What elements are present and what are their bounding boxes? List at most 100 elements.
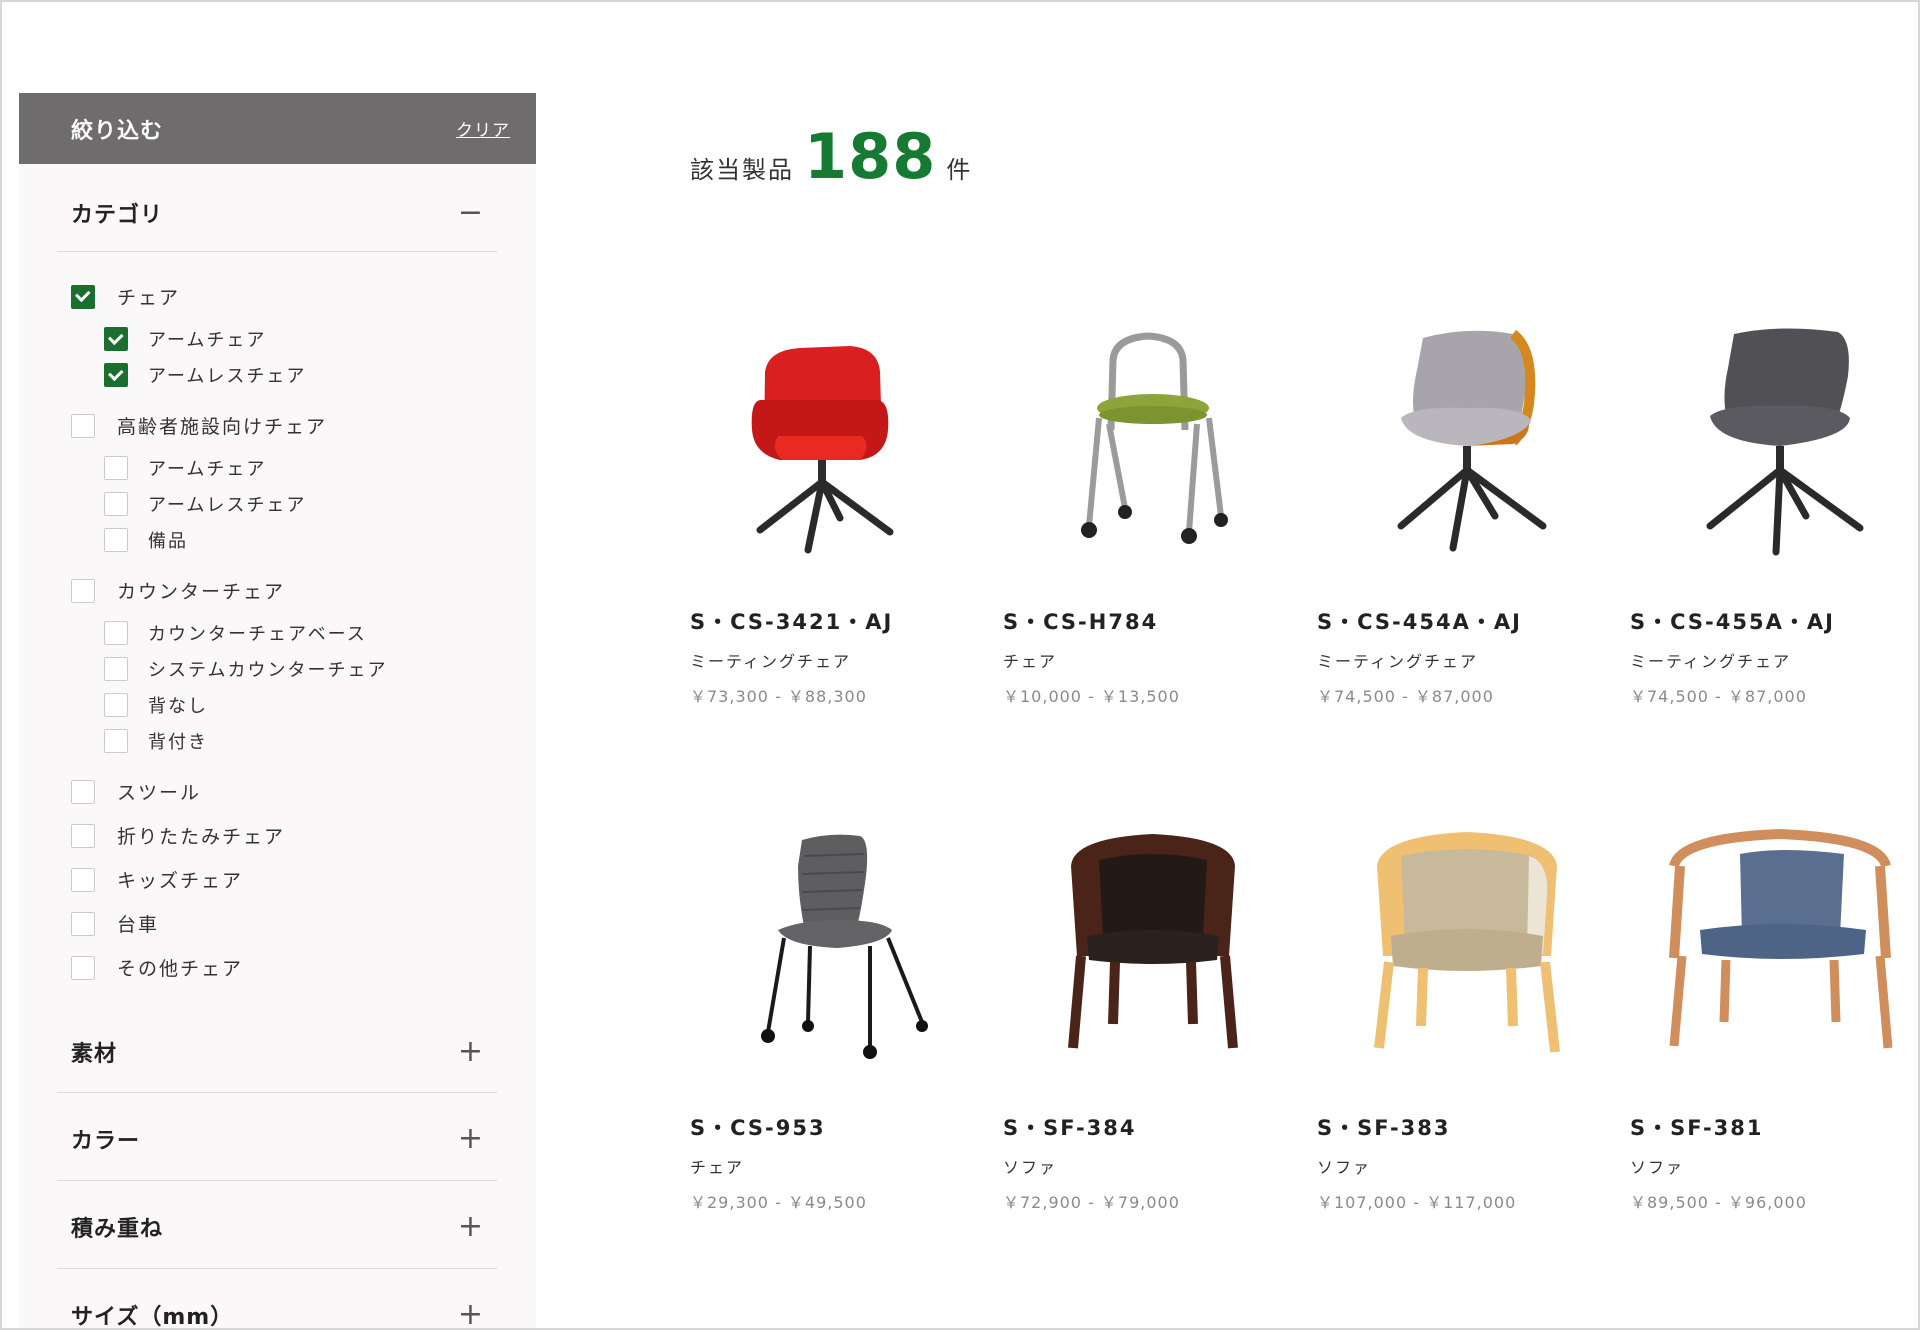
charcoal-swivel-chair-icon[interactable] [1630,320,1920,560]
divider [57,1092,497,1093]
blue-wood-armchair-icon[interactable] [1630,826,1920,1066]
stacking-section-header[interactable]: 積み重ね + [57,1207,497,1247]
red-swivel-armchair-icon[interactable] [690,320,990,560]
checkbox-box[interactable] [104,528,128,552]
checkbox-label: アームレスチェア [148,495,307,516]
grey-orange-swivel-chair-icon[interactable] [1317,320,1617,560]
checkbox-chair[interactable]: チェア [71,283,180,310]
checkbox-counter-back[interactable]: 背付き [104,728,208,754]
checkbox-counter[interactable]: カウンターチェア [71,577,285,604]
checkbox-label: キッズチェア [117,870,244,892]
divider [57,1268,497,1269]
product-price: ￥10,000 - ￥13,500 [1003,687,1180,706]
checkbox-stool[interactable]: スツール [71,778,201,805]
product-name[interactable]: S・SF-381 [1630,1112,1764,1142]
color-section-label: カラー [71,1129,141,1154]
product-price: ￥74,500 - ￥87,000 [1317,687,1494,706]
filter-header: 絞り込む クリア [19,93,536,164]
checkbox-elderly-armless[interactable]: アームレスチェア [104,491,306,517]
checkbox-label: チェア [117,287,181,309]
product-category: ミーティングチェア [1630,652,1792,671]
filter-title: 絞り込む [71,118,164,144]
checkbox-counter-noback[interactable]: 背なし [104,692,208,718]
checkbox-chair-armless[interactable]: アームレスチェア [104,362,306,388]
product-price: ￥73,300 - ￥88,300 [690,687,867,706]
checkbox-label: 背なし [148,696,208,717]
grey-quilted-caster-chair-icon[interactable] [690,826,990,1066]
checkbox-label: アームチェア [148,459,267,480]
checkbox-counter-base[interactable]: カウンターチェアベース [104,620,367,646]
result-count-number: 188 [804,120,937,193]
product-name[interactable]: S・SF-383 [1317,1112,1451,1142]
checkbox-cart[interactable]: 台車 [71,910,159,937]
checkbox-box[interactable] [71,578,95,603]
product-category: ミーティングチェア [1317,652,1479,671]
checkbox-box[interactable] [104,456,128,480]
collapse-icon[interactable]: − [458,198,483,228]
expand-icon[interactable]: + [458,1300,483,1330]
checkbox-box[interactable] [71,867,95,892]
checkbox-box[interactable] [71,413,95,438]
checkbox-box[interactable] [104,492,128,516]
product-name[interactable]: S・CS-H784 [1003,606,1158,636]
checkbox-box[interactable] [71,955,95,980]
product-name[interactable]: S・CS-455A・AJ [1630,606,1835,636]
result-count-suffix: 件 [946,156,971,184]
checkbox-box[interactable] [104,327,128,351]
result-count-prefix: 該当製品 [690,156,794,184]
checkbox-box[interactable] [104,621,128,645]
result-count: 該当製品 188 件 [690,120,970,193]
dark-wood-armchair-icon[interactable] [1003,826,1303,1066]
category-section-header[interactable]: カテゴリ − [57,193,497,233]
checkbox-counter-system[interactable]: システムカウンターチェア [104,656,387,682]
material-section-header[interactable]: 素材 + [57,1032,497,1072]
material-section-label: 素材 [71,1042,118,1067]
checkbox-label: 折りたたみチェア [117,826,286,848]
product-price: ￥89,500 - ￥96,000 [1630,1193,1807,1212]
checkbox-label: システムカウンターチェア [148,660,388,681]
checkbox-label: スツール [117,782,202,804]
checkbox-kids[interactable]: キッズチェア [71,866,243,893]
product-category: ソファ [1003,1158,1058,1177]
checkbox-box[interactable] [71,284,95,309]
product-category: ソファ [1317,1158,1372,1177]
checkbox-folding[interactable]: 折りたたみチェア [71,822,285,849]
size-section-header[interactable]: サイズ（mm） + [57,1295,497,1330]
beige-wood-armchair-icon[interactable] [1317,826,1617,1066]
checkbox-elderly-arm[interactable]: アームチェア [104,455,266,481]
checkbox-label: 備品 [148,531,188,552]
stacking-section-label: 積み重ね [71,1217,164,1242]
checkbox-elderly[interactable]: 高齢者施設向けチェア [71,412,327,439]
checkbox-other[interactable]: その他チェア [71,954,243,981]
checkbox-box[interactable] [104,657,128,681]
checkbox-elderly-supplies[interactable]: 備品 [104,527,188,553]
product-price: ￥72,900 - ￥79,000 [1003,1193,1180,1212]
checkbox-box[interactable] [104,693,128,717]
product-name[interactable]: S・CS-454A・AJ [1317,606,1522,636]
product-price: ￥29,300 - ￥49,500 [690,1193,867,1212]
checkbox-box[interactable] [104,363,128,387]
category-section-label: カテゴリ [71,203,164,228]
divider [57,251,497,252]
checkbox-label: その他チェア [117,958,244,980]
checkbox-label: カウンターチェアベース [148,624,367,645]
expand-icon[interactable]: + [458,1212,483,1242]
size-section-label: サイズ（mm） [71,1305,234,1330]
expand-icon[interactable]: + [458,1124,483,1154]
expand-icon[interactable]: + [458,1037,483,1067]
checkbox-box[interactable] [71,823,95,848]
checkbox-label: カウンターチェア [117,581,286,603]
color-section-header[interactable]: カラー + [57,1119,497,1159]
product-name[interactable]: S・SF-384 [1003,1112,1137,1142]
checkbox-chair-arm[interactable]: アームチェア [104,326,266,352]
product-name[interactable]: S・CS-953 [690,1112,826,1142]
checkbox-box[interactable] [104,729,128,753]
product-name[interactable]: S・CS-3421・AJ [690,606,893,636]
checkbox-box[interactable] [71,911,95,936]
product-category: ソファ [1630,1158,1685,1177]
product-category: ミーティングチェア [690,652,852,671]
checkbox-box[interactable] [71,779,95,804]
filter-sidebar: 絞り込む クリア カテゴリ − チェア アームチェア アームレスチェア 高齢者施… [19,93,536,1330]
green-seat-caster-chair-icon[interactable] [1003,320,1303,560]
clear-filter-link[interactable]: クリア [456,116,510,141]
